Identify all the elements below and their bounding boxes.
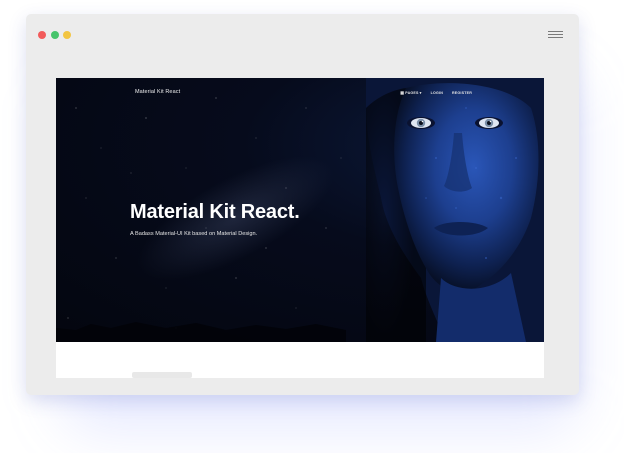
section-heading-placeholder	[132, 372, 192, 378]
nav-login-link[interactable]: LOGIN	[431, 91, 443, 95]
blue-face-illustration	[366, 78, 544, 342]
hamburger-menu-icon[interactable]	[548, 29, 563, 40]
chevron-down-icon: ▾	[419, 90, 422, 95]
nav-pages-dropdown[interactable]: ▦ PAGES ▾	[400, 90, 421, 95]
hero-subtitle: A Badass Material-UI Kit based on Materi…	[130, 231, 258, 237]
close-window-icon[interactable]	[38, 31, 46, 39]
minimize-window-icon[interactable]	[63, 31, 71, 39]
browser-window: Material Kit React ▦ PAGES ▾ LOGIN REGIS…	[26, 14, 579, 395]
grid-icon: ▦	[400, 90, 405, 95]
website-preview: Material Kit React ▦ PAGES ▾ LOGIN REGIS…	[56, 78, 544, 378]
hero-title: Material Kit React.	[130, 201, 300, 223]
site-nav: ▦ PAGES ▾ LOGIN REGISTER	[400, 90, 472, 95]
maximize-window-icon[interactable]	[51, 31, 59, 39]
hero-section: Material Kit React ▦ PAGES ▾ LOGIN REGIS…	[56, 78, 544, 342]
nav-register-link[interactable]: REGISTER	[452, 91, 472, 95]
site-brand-link[interactable]: Material Kit React	[135, 89, 180, 95]
nav-pages-label: PAGES	[405, 90, 419, 95]
